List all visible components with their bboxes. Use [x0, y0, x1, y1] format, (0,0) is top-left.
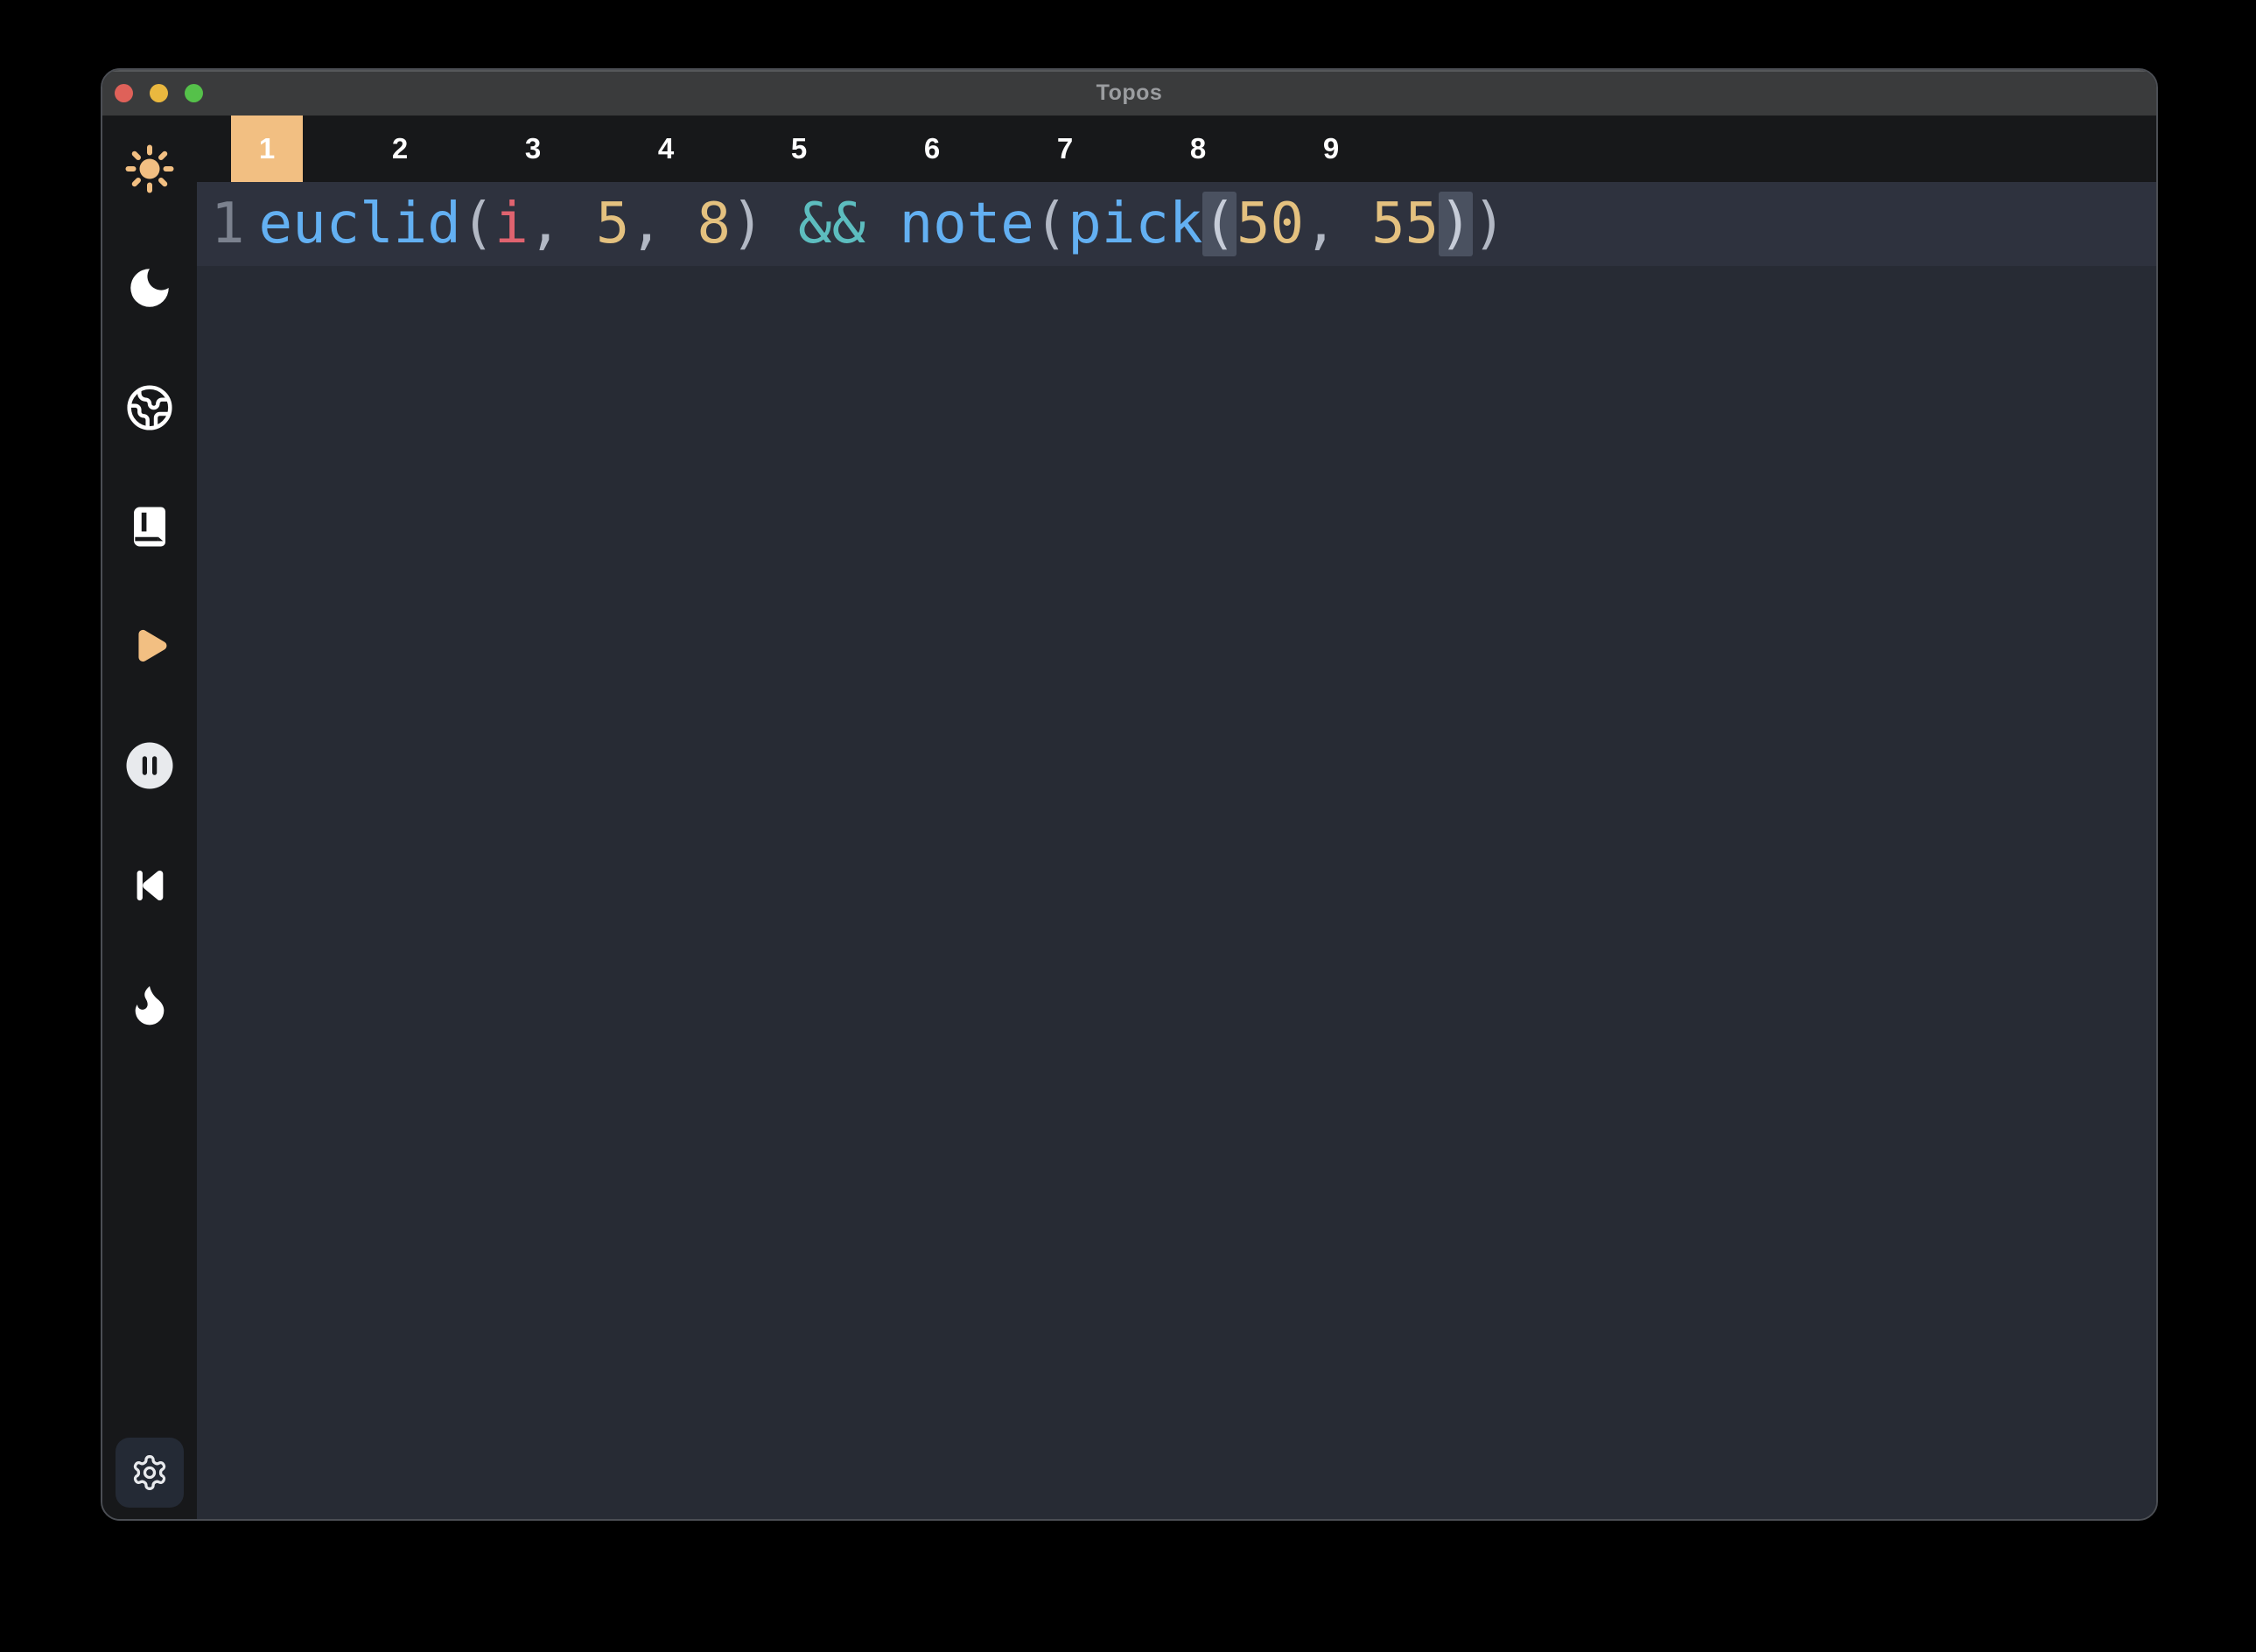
play-button[interactable] — [123, 620, 176, 672]
code-token-punct: ( — [1034, 192, 1068, 256]
code-token-punct: , — [629, 192, 663, 256]
traffic-lights — [115, 70, 203, 116]
flame-button[interactable] — [123, 978, 176, 1031]
minimize-button[interactable] — [150, 84, 168, 102]
tab-label: 6 — [924, 132, 940, 165]
tab-label: 4 — [658, 132, 674, 165]
pause-icon — [123, 739, 176, 792]
code-token-plain — [765, 192, 799, 256]
code-token-punct: , — [529, 192, 563, 256]
globe-button[interactable] — [123, 382, 176, 434]
tab-3[interactable]: 3 — [466, 116, 599, 182]
sidebar — [102, 116, 197, 1519]
tab-label: 7 — [1057, 132, 1073, 165]
skip-back-button[interactable] — [123, 859, 176, 912]
code-token-num: 55 — [1371, 192, 1439, 256]
moon-icon — [124, 262, 175, 313]
tab-label: 8 — [1190, 132, 1206, 165]
flame-icon — [125, 980, 174, 1029]
code-text: euclid(i, 5, 8) && note(pick(50, 55)) — [259, 182, 1507, 266]
window-body: 123456789 1euclid(i, 5, 8) && note(pick(… — [102, 116, 2156, 1519]
code-token-punct: ( — [461, 192, 495, 256]
editor-pane: 123456789 1euclid(i, 5, 8) && note(pick(… — [197, 116, 2156, 1519]
tab-4[interactable]: 4 — [599, 116, 732, 182]
code-token-plain — [663, 192, 697, 256]
sun-button[interactable] — [123, 143, 176, 195]
editor-empty-area[interactable] — [197, 266, 2156, 1519]
code-token-hl: ) — [1439, 192, 1473, 256]
globe-icon — [125, 383, 174, 432]
code-token-fn: pick — [1068, 192, 1202, 256]
tab-label: 1 — [259, 132, 275, 165]
code-token-num: 50 — [1237, 192, 1304, 256]
code-token-punct: ) — [731, 192, 765, 256]
tab-label: 2 — [392, 132, 408, 165]
code-token-plain — [562, 192, 596, 256]
code-token-num: 8 — [697, 192, 731, 256]
play-icon — [124, 620, 175, 671]
code-token-num: 5 — [596, 192, 630, 256]
code-token-punct: , — [1304, 192, 1338, 256]
tab-2[interactable]: 2 — [333, 116, 466, 182]
close-button[interactable] — [115, 84, 133, 102]
tab-label: 9 — [1323, 132, 1339, 165]
tab-7[interactable]: 7 — [998, 116, 1132, 182]
title-bar[interactable]: Topos — [102, 70, 2156, 116]
code-token-punct: ) — [1473, 192, 1507, 256]
code-token-plain — [1338, 192, 1372, 256]
gear-icon — [130, 1453, 169, 1492]
code-token-op: && — [798, 192, 865, 256]
tab-bar: 1 2 3 4 5 6 7 8 9 — [197, 116, 2156, 182]
app-window: Topos — [101, 68, 2158, 1521]
code-token-plain — [865, 192, 900, 256]
code-token-fn: euclid — [259, 192, 461, 256]
code-token-var: i — [494, 192, 529, 256]
settings-button[interactable] — [116, 1438, 184, 1508]
pause-button[interactable] — [123, 739, 176, 792]
book-icon — [126, 503, 173, 550]
skip-back-icon — [126, 862, 173, 909]
code-line[interactable]: 1euclid(i, 5, 8) && note(pick(50, 55)) — [197, 182, 2156, 266]
tab-8[interactable]: 8 — [1132, 116, 1265, 182]
window-title: Topos — [102, 80, 2156, 106]
moon-button[interactable] — [123, 262, 176, 314]
sun-icon — [123, 142, 176, 196]
line-number: 1 — [197, 182, 259, 266]
tab-label: 5 — [791, 132, 807, 165]
book-button[interactable] — [123, 500, 176, 553]
zoom-button[interactable] — [185, 84, 203, 102]
code-token-fn: note — [900, 192, 1034, 256]
tab-9[interactable]: 9 — [1265, 116, 1398, 182]
tab-5[interactable]: 5 — [732, 116, 865, 182]
tab-1[interactable]: 1 — [200, 116, 333, 182]
tab-6[interactable]: 6 — [865, 116, 998, 182]
code-token-hl: ( — [1202, 192, 1237, 256]
tab-label: 3 — [525, 132, 541, 165]
